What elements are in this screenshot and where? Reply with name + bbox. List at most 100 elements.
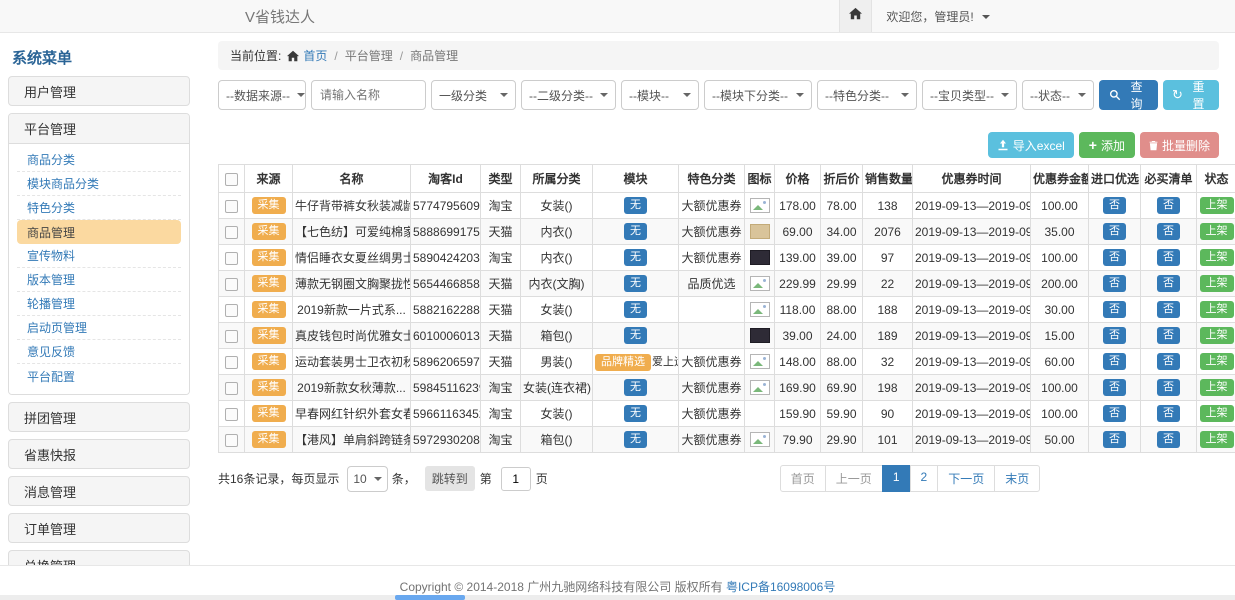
home-button[interactable] [839, 0, 872, 32]
sidebar-subitem[interactable]: 意见反馈 [17, 340, 181, 364]
page-button[interactable]: 末页 [994, 465, 1040, 492]
sidebar-subitem[interactable]: 商品分类 [17, 148, 181, 172]
sidebar-subitem[interactable]: 轮播管理 [17, 292, 181, 316]
taoke-id-cell: 601000601341 [411, 323, 481, 349]
imported-badge[interactable]: 否 [1103, 249, 1126, 266]
horizontal-scrollbar[interactable] [0, 595, 1235, 600]
must-buy-badge[interactable]: 否 [1157, 353, 1180, 370]
filter-select[interactable]: --宝贝类型-- [922, 80, 1017, 110]
add-button[interactable]: + 添加 [1079, 132, 1135, 158]
imported-badge[interactable]: 否 [1103, 327, 1126, 344]
sidebar-group-header[interactable]: 拼团管理 [8, 402, 190, 432]
filter-select[interactable]: --特色分类-- [817, 80, 917, 110]
must-buy-badge[interactable]: 否 [1157, 405, 1180, 422]
imported-badge[interactable]: 否 [1103, 353, 1126, 370]
status-badge[interactable]: 上架 [1200, 223, 1234, 240]
status-badge[interactable]: 上架 [1200, 197, 1234, 214]
select-all-checkbox[interactable] [225, 173, 238, 186]
imported-badge[interactable]: 否 [1103, 223, 1126, 240]
sidebar-group-header[interactable]: 平台管理 [9, 114, 189, 144]
must-buy-badge[interactable]: 否 [1157, 249, 1180, 266]
filter-select[interactable]: 一级分类 [431, 80, 516, 110]
import-excel-button[interactable]: 导入excel [988, 132, 1074, 158]
status-badge[interactable]: 上架 [1200, 431, 1234, 448]
status-badge[interactable]: 上架 [1200, 275, 1234, 292]
row-checkbox[interactable] [225, 356, 238, 369]
sidebar-group-expanded: 平台管理商品分类模块商品分类特色分类商品管理宣传物料版本管理轮播管理启动页管理意… [8, 113, 190, 395]
must-buy-badge[interactable]: 否 [1157, 223, 1180, 240]
filter-select[interactable]: --模块-- [621, 80, 699, 110]
sales-cell: 2076 [863, 219, 913, 245]
page-button: 首页 [780, 465, 826, 492]
page-button[interactable]: 1 [882, 465, 911, 492]
must-buy-badge[interactable]: 否 [1157, 431, 1180, 448]
imported-badge[interactable]: 否 [1103, 301, 1126, 318]
must-buy-badge[interactable]: 否 [1157, 301, 1180, 318]
coupon-time-cell: 2019-09-13—2019-09-18 [913, 219, 1031, 245]
must-buy-badge[interactable]: 否 [1157, 327, 1180, 344]
product-name-cell: 2019新款女秋薄款... [293, 375, 411, 401]
imported-badge[interactable]: 否 [1103, 379, 1126, 396]
source-badge: 采集 [252, 379, 286, 396]
sidebar-group-header[interactable]: 用户管理 [8, 76, 190, 106]
row-checkbox[interactable] [225, 434, 238, 447]
status-badge[interactable]: 上架 [1200, 379, 1234, 396]
jump-page-input[interactable] [501, 467, 531, 491]
filter-select[interactable]: --模块下分类-- [704, 80, 812, 110]
row-checkbox[interactable] [225, 408, 238, 421]
imported-badge[interactable]: 否 [1103, 405, 1126, 422]
breadcrumb-link[interactable]: 首页 [303, 47, 327, 64]
row-checkbox[interactable] [225, 382, 238, 395]
sidebar-subitem[interactable]: 特色分类 [17, 196, 181, 220]
sidebar-subitem-active[interactable]: 商品管理 [17, 220, 181, 244]
sidebar-group-header[interactable]: 订单管理 [8, 513, 190, 543]
must-buy-badge[interactable]: 否 [1157, 379, 1180, 396]
data-source-select[interactable]: --数据来源-- [218, 80, 306, 110]
sidebar-subitem[interactable]: 版本管理 [17, 268, 181, 292]
filter-select-value: 一级分类 [439, 87, 487, 104]
sidebar-group-header[interactable]: 兑换管理 [8, 550, 190, 565]
filter-select[interactable]: --状态-- [1022, 80, 1094, 110]
filter-select[interactable]: --二级分类-- [521, 80, 616, 110]
status-badge[interactable]: 上架 [1200, 301, 1234, 318]
imported-badge[interactable]: 否 [1103, 431, 1126, 448]
sidebar-subitem[interactable]: 平台配置 [17, 364, 181, 388]
imported-badge[interactable]: 否 [1103, 275, 1126, 292]
status-badge[interactable]: 上架 [1200, 249, 1234, 266]
row-checkbox[interactable] [225, 330, 238, 343]
page-button[interactable]: 下一页 [937, 465, 995, 492]
sidebar-subitem[interactable]: 宣传物料 [17, 244, 181, 268]
icp-link[interactable]: 粤ICP备16098006号 [726, 580, 835, 594]
status-badge[interactable]: 上架 [1200, 353, 1234, 370]
status-badge[interactable]: 上架 [1200, 405, 1234, 422]
must-buy-badge[interactable]: 否 [1157, 275, 1180, 292]
imported-badge[interactable]: 否 [1103, 197, 1126, 214]
scrollbar-thumb[interactable] [395, 595, 465, 600]
page-button[interactable]: 2 [910, 465, 939, 492]
imported-cell: 否 [1089, 375, 1141, 401]
row-checkbox[interactable] [225, 252, 238, 265]
sidebar-subitem[interactable]: 模块商品分类 [17, 172, 181, 196]
product-thumbnail [750, 276, 770, 291]
search-button[interactable]: 查询 [1099, 80, 1158, 110]
row-checkbox[interactable] [225, 304, 238, 317]
row-checkbox[interactable] [225, 278, 238, 291]
page-size-select[interactable]: 10 [347, 466, 387, 492]
reset-button[interactable]: ↻ 重置 [1163, 80, 1219, 110]
chevron-down-icon [901, 93, 909, 97]
sidebar-subitem[interactable]: 启动页管理 [17, 316, 181, 340]
row-checkbox[interactable] [225, 200, 238, 213]
must-buy-badge[interactable]: 否 [1157, 197, 1180, 214]
status-badge[interactable]: 上架 [1200, 327, 1234, 344]
sidebar-group-header[interactable]: 消息管理 [8, 476, 190, 506]
sidebar-group-header[interactable]: 省惠快报 [8, 439, 190, 469]
jump-button[interactable]: 跳转到 [425, 466, 475, 491]
name-search-input[interactable] [311, 80, 426, 110]
module-cell: 无 [593, 193, 679, 219]
category-cell: 箱包() [521, 323, 593, 349]
batch-delete-button[interactable]: 批量删除 [1140, 132, 1219, 158]
sales-cell: 189 [863, 323, 913, 349]
user-menu[interactable]: 欢迎您，管理员! [886, 8, 990, 25]
filter-select-value: --状态-- [1030, 87, 1070, 104]
row-checkbox[interactable] [225, 226, 238, 239]
